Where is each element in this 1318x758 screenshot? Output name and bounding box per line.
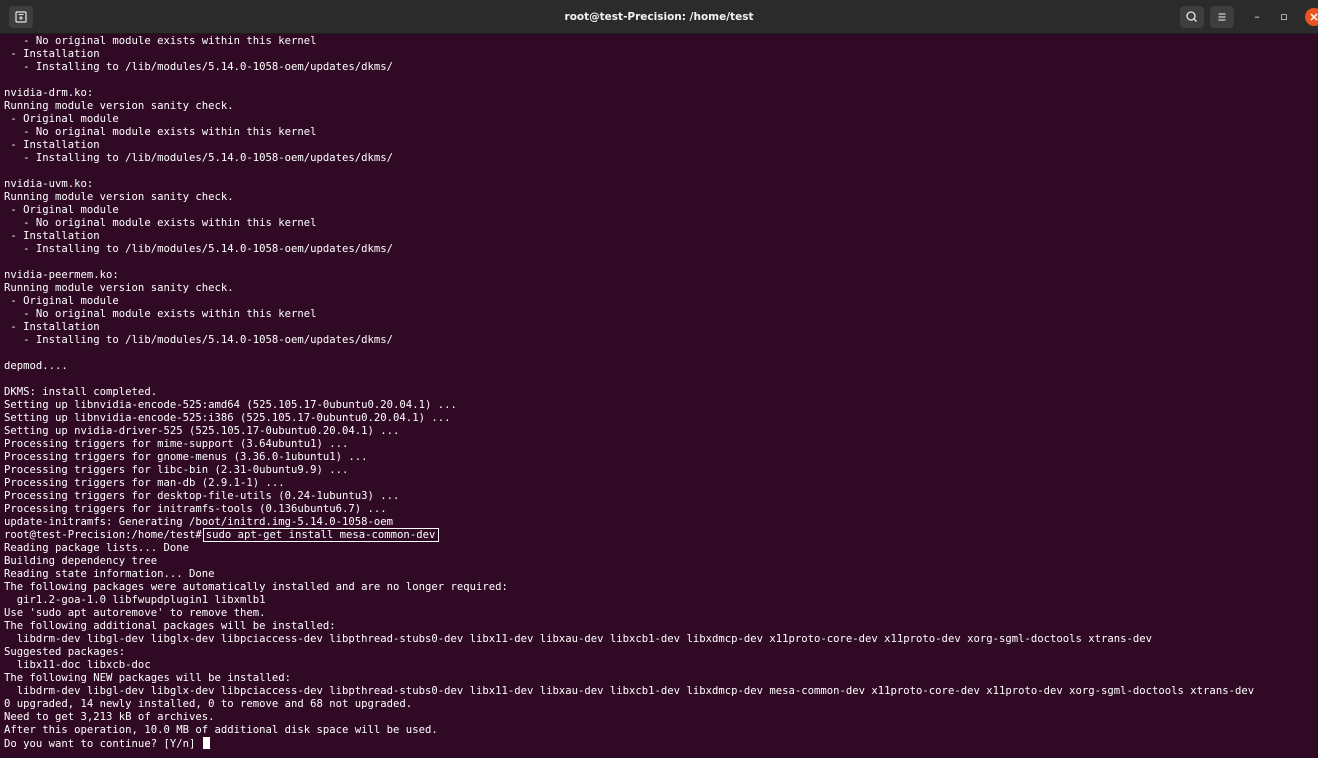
terminal-line: nvidia-peermem.ko: <box>4 269 119 281</box>
continue-prompt-line: Do you want to continue? [Y/n] <box>4 737 1314 750</box>
terminal-line: Processing triggers for libc-bin (2.31-0… <box>4 464 349 476</box>
maximize-icon: ▫ <box>1280 10 1288 23</box>
title-bar: root@test-Precision: /home/test – ▫ <box>0 0 1318 34</box>
terminal-line: nvidia-drm.ko: <box>4 87 94 99</box>
command-output: Reading package lists... Done Building de… <box>4 542 1314 737</box>
close-icon <box>1310 13 1318 21</box>
shell-prompt: root@test-Precision:/home/test# <box>4 529 202 541</box>
terminal-line: - No original module exists within this … <box>4 126 317 138</box>
terminal-line: libdrm-dev libgl-dev libglx-dev libpciac… <box>4 633 1153 645</box>
terminal-line: Processing triggers for desktop-file-uti… <box>4 490 400 502</box>
terminal-line: Setting up libnvidia-encode-525:amd64 (5… <box>4 399 457 411</box>
terminal-line: 0 upgraded, 14 newly installed, 0 to rem… <box>4 698 413 710</box>
terminal-line: gir1.2-goa-1.0 libfwupdplugin1 libxmlb1 <box>4 594 266 606</box>
terminal-line: After this operation, 10.0 MB of additio… <box>4 724 438 736</box>
terminal-line: The following additional packages will b… <box>4 620 336 632</box>
terminal-line: - Installing to /lib/modules/5.14.0-1058… <box>4 61 394 73</box>
terminal-cursor <box>202 737 210 749</box>
terminal-line: Suggested packages: <box>4 646 126 658</box>
terminal-line: - Installing to /lib/modules/5.14.0-1058… <box>4 152 394 164</box>
terminal-line: Processing triggers for mime-support (3.… <box>4 438 349 450</box>
terminal-output-area[interactable]: - No original module exists within this … <box>4 35 1314 755</box>
terminal-line: - Installation <box>4 230 100 242</box>
terminal-line: libdrm-dev libgl-dev libglx-dev libpciac… <box>4 685 1255 697</box>
terminal-history: - No original module exists within this … <box>4 35 1314 529</box>
terminal-line: libx11-doc libxcb-doc <box>4 659 151 671</box>
minimize-icon: – <box>1254 10 1260 23</box>
hamburger-menu-icon <box>1218 13 1226 21</box>
terminal-line: Setting up libnvidia-encode-525:i386 (52… <box>4 412 451 424</box>
terminal-line: update-initramfs: Generating /boot/initr… <box>4 516 394 528</box>
terminal-line: - Installing to /lib/modules/5.14.0-1058… <box>4 334 394 346</box>
terminal-line: - No original module exists within this … <box>4 308 317 320</box>
terminal-line: Running module version sanity check. <box>4 100 234 112</box>
terminal-line: nvidia-uvm.ko: <box>4 178 94 190</box>
close-button[interactable] <box>1305 8 1318 26</box>
terminal-line: Reading package lists... Done <box>4 542 189 554</box>
menu-button[interactable] <box>1210 6 1234 28</box>
search-icon <box>1186 11 1197 22</box>
terminal-line: DKMS: install completed. <box>4 386 158 398</box>
terminal-line: Setting up nvidia-driver-525 (525.105.17… <box>4 425 400 437</box>
command-line: root@test-Precision:/home/test# sudo apt-… <box>4 528 1314 542</box>
terminal-line: - Installation <box>4 48 100 60</box>
terminal-line: - Original module <box>4 204 119 216</box>
terminal-line: The following packages were automaticall… <box>4 581 508 593</box>
terminal-line: - No original module exists within this … <box>4 35 317 47</box>
terminal-line: Building dependency tree <box>4 555 158 567</box>
terminal-line: - Original module <box>4 295 119 307</box>
terminal-line: - Installing to /lib/modules/5.14.0-1058… <box>4 243 394 255</box>
continue-question: Do you want to continue? [Y/n] <box>4 738 202 750</box>
highlighted-command: sudo apt-get install mesa-common-dev <box>202 528 440 542</box>
search-button[interactable] <box>1180 6 1204 28</box>
minimize-button[interactable]: – <box>1248 8 1266 26</box>
terminal-line: Running module version sanity check. <box>4 191 234 203</box>
window-title: root@test-Precision: /home/test <box>564 11 754 23</box>
terminal-line: The following NEW packages will be insta… <box>4 672 292 684</box>
terminal-line: - No original module exists within this … <box>4 217 317 229</box>
terminal-line: Processing triggers for initramfs-tools … <box>4 503 387 515</box>
terminal-line: Reading state information... Done <box>4 568 215 580</box>
terminal-line: depmod.... <box>4 360 68 372</box>
terminal-line: - Original module <box>4 113 119 125</box>
terminal-line: Processing triggers for gnome-menus (3.3… <box>4 451 368 463</box>
terminal-line: - Installation <box>4 139 100 151</box>
terminal-line: Running module version sanity check. <box>4 282 234 294</box>
terminal-line: Processing triggers for man-db (2.9.1-1)… <box>4 477 285 489</box>
terminal-window: root@test-Precision: /home/test – ▫ - No… <box>0 0 1318 758</box>
maximize-button[interactable]: ▫ <box>1275 8 1293 26</box>
terminal-line: - Installation <box>4 321 100 333</box>
terminal-line: Need to get 3,213 kB of archives. <box>4 711 215 723</box>
terminal-line: Use 'sudo apt autoremove' to remove them… <box>4 607 266 619</box>
